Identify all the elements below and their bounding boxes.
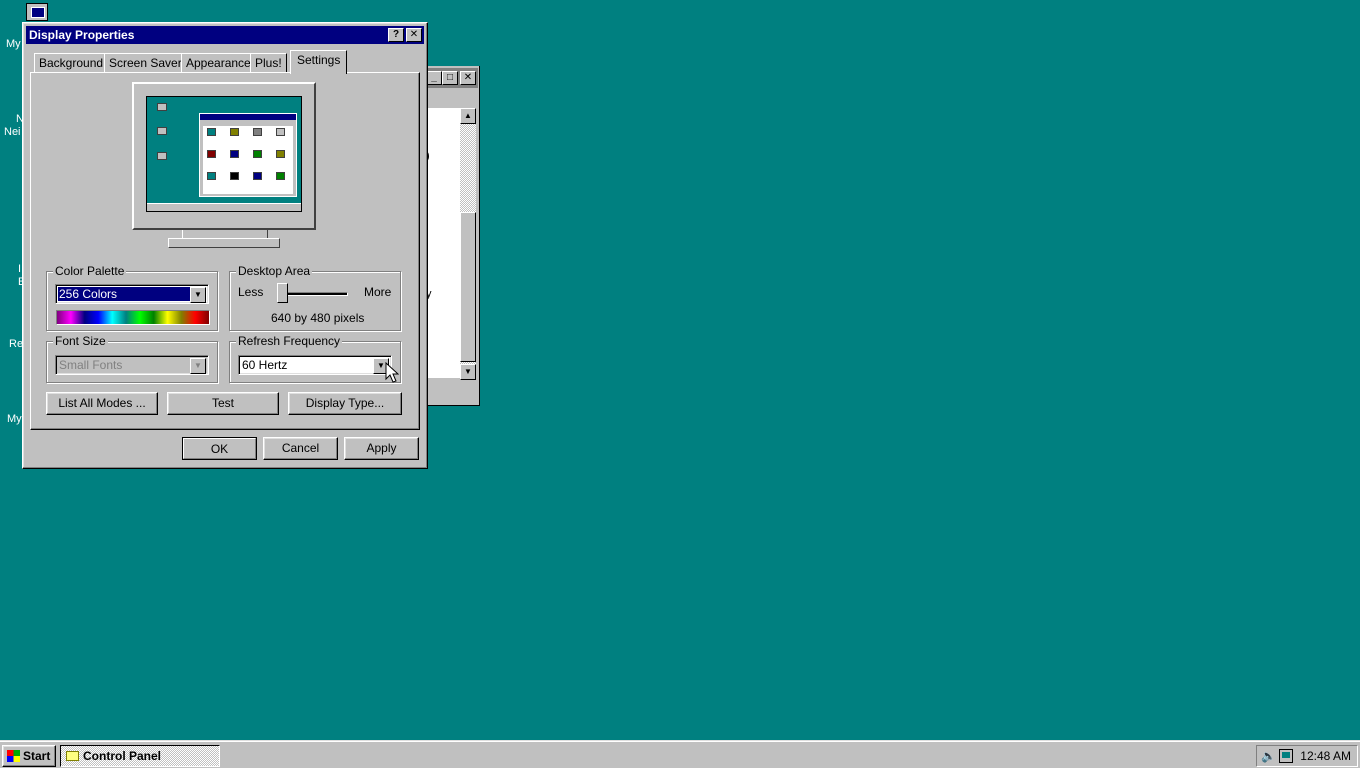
folder-icon: [66, 751, 79, 761]
dialog-titlebar[interactable]: Display Properties ? ✕: [26, 26, 424, 44]
desktop-area-slider-thumb[interactable]: [277, 283, 288, 303]
preview-desktop-icon: [157, 152, 167, 160]
preview-icon: [207, 128, 216, 136]
refresh-frequency-legend: Refresh Frequency: [236, 334, 343, 348]
preview-taskbar: [147, 203, 301, 211]
clock[interactable]: 12:48 AM: [1300, 749, 1351, 763]
control-panel-window[interactable]: _ □ ✕ ) y ▲ ▼: [420, 66, 480, 406]
preview-window-body: [203, 126, 293, 194]
preview-icon: [230, 172, 239, 180]
desktop-icon-label[interactable]: I: [18, 263, 21, 275]
ok-button-label: OK: [210, 442, 229, 456]
maximize-button[interactable]: □: [442, 71, 458, 85]
tab-plus[interactable]: Plus!: [250, 53, 287, 73]
font-size-select[interactable]: Small Fonts ▼: [55, 355, 209, 375]
refresh-frequency-value: 60 Hertz: [242, 358, 288, 372]
display-type-button[interactable]: Display Type...: [288, 392, 402, 415]
apply-button[interactable]: Apply: [344, 437, 419, 460]
chevron-down-icon[interactable]: ▼: [190, 287, 206, 303]
color-spectrum-bar: [56, 310, 210, 325]
scroll-thumb[interactable]: [460, 212, 476, 362]
preview-icon: [276, 150, 285, 158]
control-panel-titlebar[interactable]: _ □ ✕: [420, 68, 478, 88]
color-palette-value: 256 Colors: [58, 287, 190, 301]
vertical-scrollbar[interactable]: ▲ ▼: [460, 108, 476, 380]
help-button[interactable]: ?: [388, 28, 404, 42]
start-label: Start: [23, 749, 51, 763]
cancel-button[interactable]: Cancel: [263, 437, 338, 460]
tab-settings[interactable]: Settings: [290, 50, 348, 74]
monitor-stand-neck: [182, 230, 268, 238]
scroll-down-arrow[interactable]: ▼: [460, 364, 476, 380]
preview-icon: [207, 172, 216, 180]
close-button[interactable]: ✕: [406, 28, 422, 42]
mouse-pointer-icon: [385, 362, 399, 383]
font-size-legend: Font Size: [53, 334, 108, 348]
resolution-label: 640 by 480 pixels: [271, 311, 365, 325]
color-palette-select[interactable]: 256 Colors ▼: [55, 284, 209, 304]
refresh-frequency-select[interactable]: 60 Hertz ▼: [238, 355, 392, 375]
preview-icon: [276, 172, 285, 180]
preview-icon: [276, 128, 285, 136]
desktop-icon-label[interactable]: Re: [9, 338, 23, 350]
tab-appearance[interactable]: Appearance: [181, 53, 256, 73]
desktop-icon-my-computer[interactable]: [26, 3, 48, 21]
test-button[interactable]: Test: [167, 392, 279, 415]
monitor-preview: [132, 82, 316, 230]
taskbar-item-label: Control Panel: [83, 749, 162, 763]
slider-less-label: Less: [238, 285, 264, 299]
ok-button-face: OK: [183, 438, 256, 459]
desktop-icon-label[interactable]: My: [7, 413, 22, 425]
close-button[interactable]: ✕: [460, 71, 476, 85]
preview-icon: [253, 128, 262, 136]
dialog-title: Display Properties: [29, 28, 135, 42]
taskbar: Start Control Panel 🔈 12:48 AM: [0, 740, 1360, 768]
desktop-area-slider-track[interactable]: [280, 292, 348, 296]
preview-screen: [146, 96, 302, 212]
color-palette-legend: Color Palette: [53, 264, 127, 278]
font-size-value: Small Fonts: [59, 358, 123, 372]
taskbar-item-control-panel[interactable]: Control Panel: [60, 745, 220, 767]
tab-screen-saver[interactable]: Screen Saver: [104, 53, 187, 73]
preview-window: [199, 113, 297, 197]
scroll-up-arrow[interactable]: ▲: [460, 108, 476, 124]
start-button[interactable]: Start: [2, 745, 56, 767]
tab-background[interactable]: Background: [34, 53, 109, 73]
list-all-modes-button[interactable]: List All Modes ...: [46, 392, 158, 415]
preview-desktop-icon: [157, 127, 167, 135]
slider-more-label: More: [364, 285, 392, 299]
preview-window-titlebar: [200, 114, 296, 120]
preview-icon: [207, 150, 216, 158]
preview-icon: [253, 150, 262, 158]
windows-logo-icon: [7, 750, 20, 762]
desktop-area-legend: Desktop Area: [236, 264, 313, 278]
system-tray: 🔈 12:48 AM: [1256, 745, 1358, 767]
monitor-stand-base: [168, 238, 280, 248]
display-icon[interactable]: [1279, 749, 1293, 763]
preview-desktop-icon: [157, 103, 167, 111]
ok-button[interactable]: OK: [182, 437, 257, 460]
speaker-icon[interactable]: 🔈: [1261, 749, 1276, 763]
desktop-icon-label[interactable]: My: [6, 38, 21, 50]
preview-icon: [253, 172, 262, 180]
desktop-icon-label[interactable]: Nei: [4, 126, 21, 138]
control-panel-content: ) y: [426, 108, 460, 378]
minimize-button[interactable]: _: [426, 71, 442, 85]
preview-icon: [230, 128, 239, 136]
chevron-down-icon[interactable]: ▼: [190, 358, 206, 374]
preview-icon: [230, 150, 239, 158]
